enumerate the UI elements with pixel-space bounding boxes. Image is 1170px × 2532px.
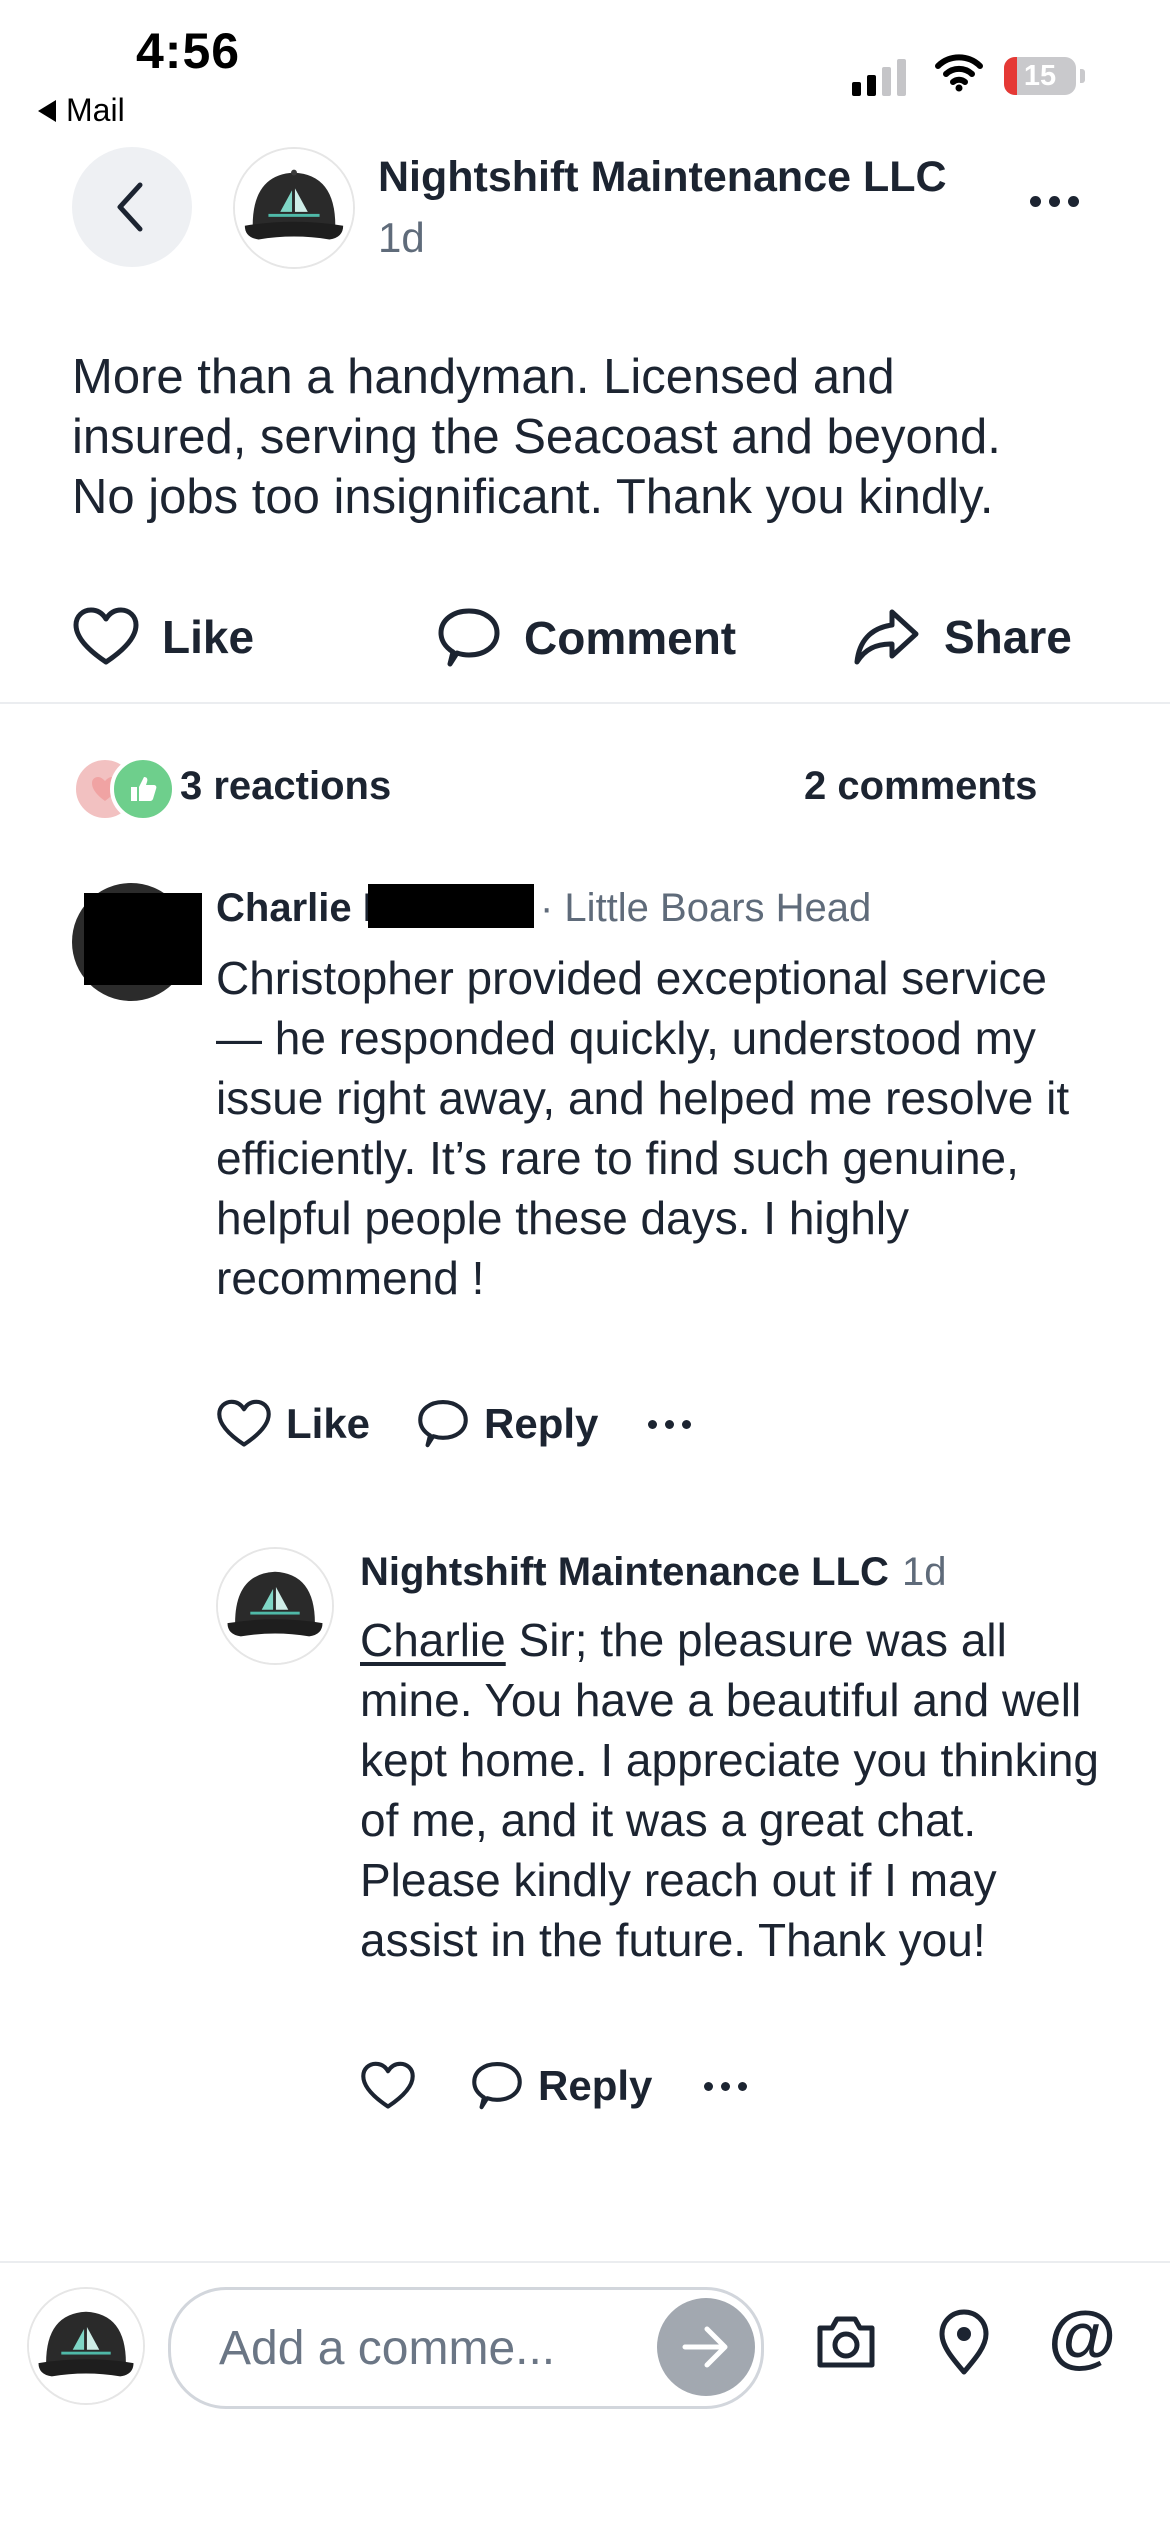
heart-icon [217,1399,271,1447]
comment-reply-button[interactable]: Reply [416,1398,598,1450]
redaction-block [84,893,202,985]
comment-button[interactable]: Comment [436,606,736,670]
share-button[interactable]: Share [852,606,1072,668]
author-name[interactable]: Nightshift Maintenance LLC [378,153,947,202]
comment-more-icon[interactable] [648,1420,691,1429]
cap-logo-icon [218,1549,332,1663]
author-avatar[interactable] [233,147,355,269]
camera-icon[interactable] [814,2314,878,2375]
battery-level: 15 [1023,60,1057,92]
back-app-label: Mail [66,92,125,128]
heart-icon [361,2061,415,2109]
comment-text: Christopher provided exceptional service… [216,952,1070,1304]
reply-like-button[interactable] [360,2060,416,2112]
comment-reply-label: Reply [484,1400,599,1447]
comment-like-label: Like [286,1400,371,1447]
cap-logo-icon [29,2289,143,2403]
thumbs-up-reaction-icon [110,756,176,822]
wifi-icon [934,52,984,97]
battery-icon: 15 [1004,57,1076,95]
reply-text: Charlie Sir; the pleasure was all mine. … [360,1610,1100,1970]
comment-like-button[interactable]: Like [216,1398,370,1450]
location-pin-icon[interactable] [936,2308,992,2381]
heart-icon [73,607,139,665]
back-to-mail-link[interactable]: Mail [38,92,125,129]
back-button[interactable] [72,147,192,267]
share-label: Share [944,611,1072,663]
cellular-signal-icon [852,56,906,96]
reply-reply-button[interactable]: Reply [470,2060,652,2112]
reaction-icons[interactable] [72,756,176,822]
reply-author-avatar[interactable] [216,1547,334,1665]
commenter-location: · Little Boars Head [540,886,872,930]
comment-input[interactable]: Add a comme... [168,2287,764,2409]
actions-divider [0,702,1170,704]
reply-more-icon[interactable] [704,2082,747,2091]
like-button[interactable]: Like [72,606,254,668]
reply-author-name[interactable]: Nightshift Maintenance LLC [360,1550,889,1595]
speech-bubble-icon [438,608,500,667]
battery-tip [1080,69,1085,83]
mention-link[interactable]: Charlie [360,1614,506,1666]
composer-avatar [27,2287,145,2405]
send-button[interactable] [657,2298,755,2396]
reply-body: Sir; the pleasure was all mine. You have… [360,1614,1100,1966]
redaction-block [368,884,534,928]
post-timestamp: 1d [378,214,425,261]
status-time: 4:56 [136,23,241,79]
more-options-icon[interactable] [1030,196,1079,207]
reply-timestamp: 1d [902,1550,947,1594]
reactions-count[interactable]: 3 reactions [180,764,391,809]
speech-bubble-icon [418,1400,468,1448]
share-arrow-icon [854,609,919,665]
comment-input-placeholder: Add a comme... [219,2321,556,2375]
commenter-name[interactable]: Charlie F [216,886,387,931]
speech-bubble-icon [472,2062,522,2110]
cap-logo-icon [235,149,353,267]
send-arrow-icon [682,2326,728,2368]
composer-divider [0,2261,1170,2263]
back-triangle-icon [38,99,56,122]
reply-reply-label: Reply [538,2062,653,2109]
at-sign-icon[interactable]: @ [1048,2296,1116,2376]
comments-count[interactable]: 2 comments [804,764,1037,809]
chevron-left-icon [117,182,143,232]
post-body: More than a handyman. Licensed and insur… [72,350,1001,524]
like-label: Like [162,611,255,663]
comment-label: Comment [524,612,737,664]
